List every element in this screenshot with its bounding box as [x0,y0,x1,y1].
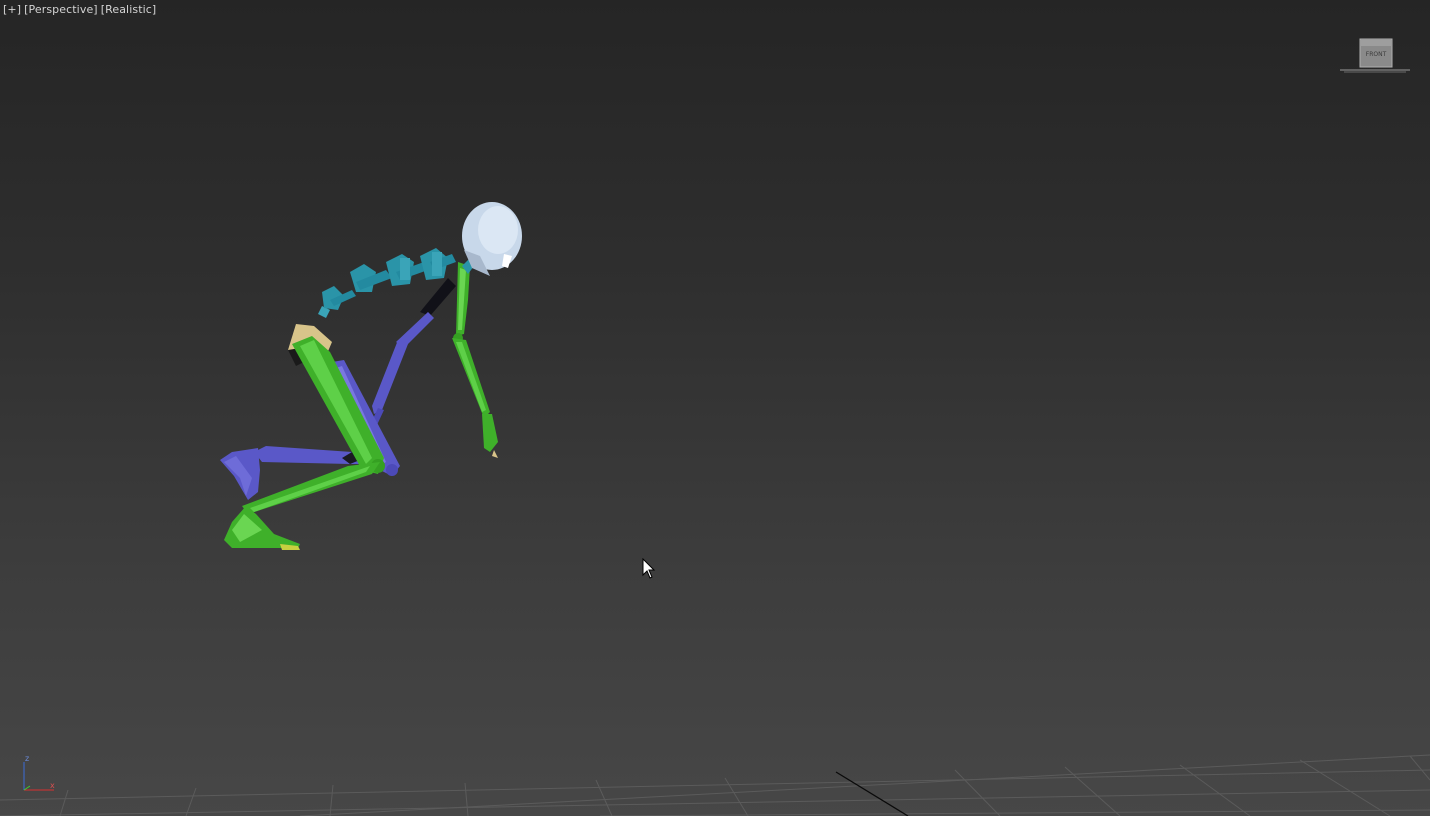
axis-tripod-icon: z x [23,754,55,791]
right-leg[interactable] [220,360,400,500]
head[interactable] [462,202,522,276]
viewport-view-label[interactable]: [Perspective] [24,3,98,16]
right-arm[interactable] [364,278,456,440]
viewport-label-bar: [+] [Perspective] [Realistic] [3,3,159,16]
mouse-pointer-icon [642,558,656,579]
axis-x-label: x [50,781,55,790]
viewcube-face-label[interactable]: FRONT [1366,51,1387,58]
axis-z-label: z [25,754,29,763]
perspective-viewport[interactable]: [+] [Perspective] [Realistic] FRONT z x [0,0,1430,816]
viewport-menu-label[interactable]: [+] [3,3,21,16]
biped-skeleton[interactable] [0,0,1430,816]
viewport-shading-label[interactable]: [Realistic] [101,3,157,16]
viewcube-icon[interactable]: FRONT [1338,36,1412,76]
left-arm[interactable] [452,262,498,458]
left-leg[interactable] [224,336,385,550]
